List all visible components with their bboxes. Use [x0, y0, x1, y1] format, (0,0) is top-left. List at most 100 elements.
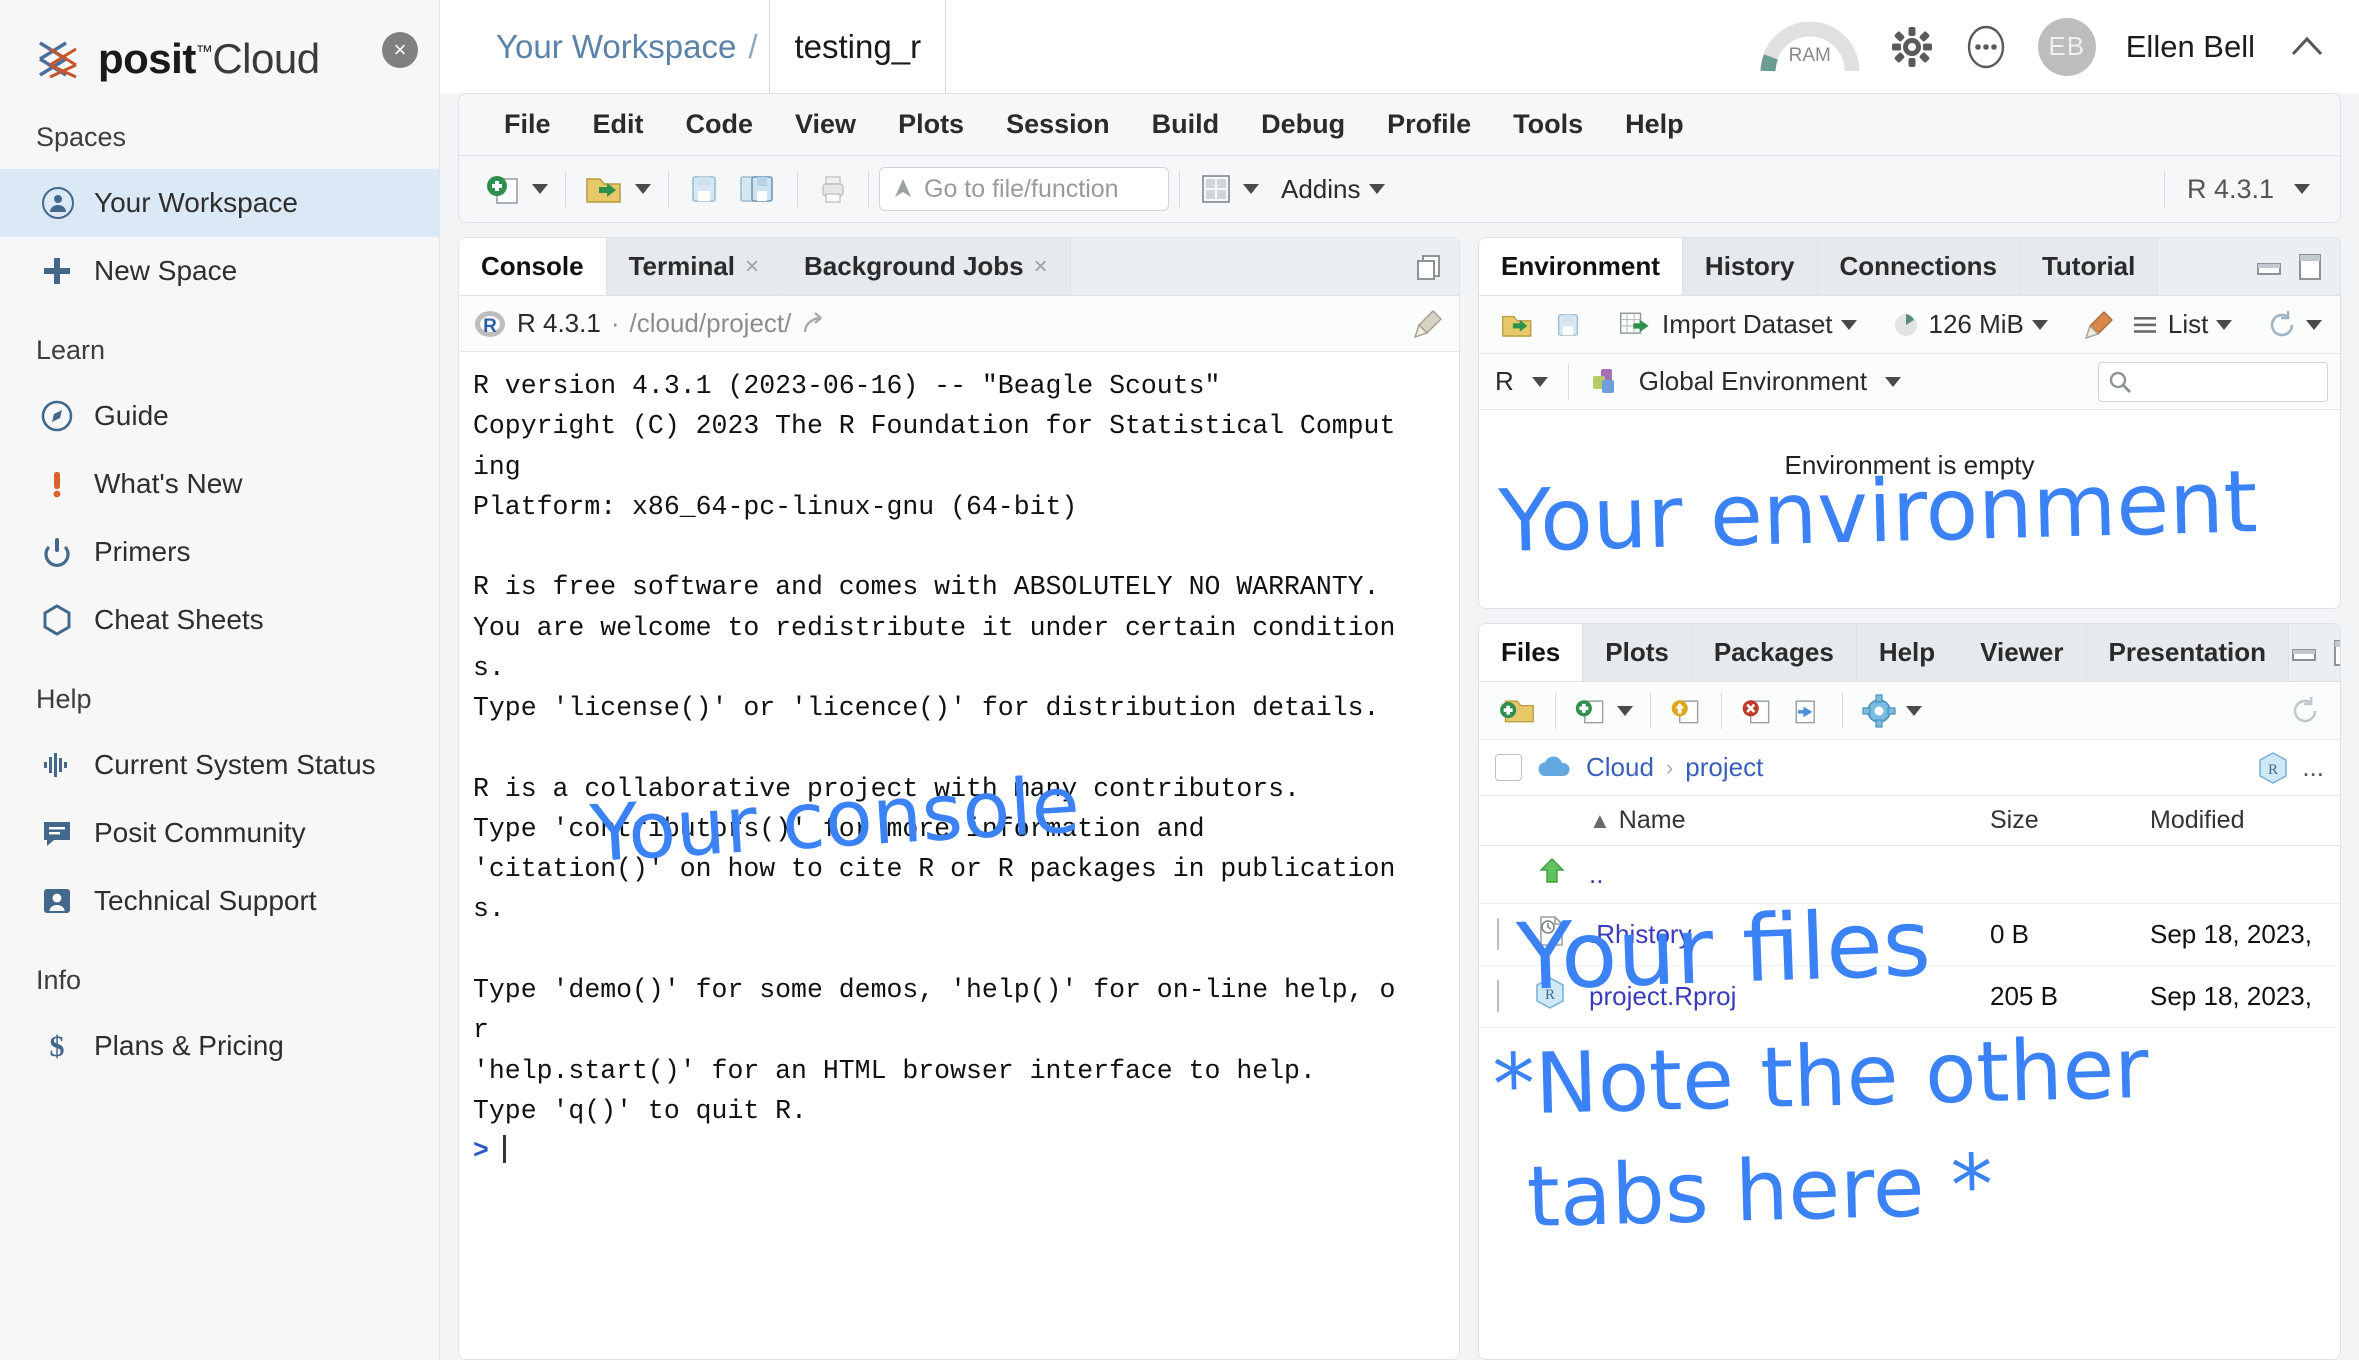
save-button[interactable]: [679, 163, 729, 215]
menu-debug[interactable]: Debug: [1240, 109, 1366, 140]
table-row[interactable]: ..: [1479, 845, 2340, 904]
new-folder-button[interactable]: [1491, 685, 1545, 737]
goto-file-function-input[interactable]: Go to file/function: [879, 167, 1169, 211]
open-file-button[interactable]: [576, 163, 658, 215]
close-icon[interactable]: ×: [745, 253, 759, 281]
menu-profile[interactable]: Profile: [1366, 109, 1492, 140]
console-r-version: R 4.3.1: [517, 308, 601, 338]
avatar[interactable]: EB: [2037, 17, 2096, 76]
menu-tools[interactable]: Tools: [1492, 109, 1604, 140]
addins-button[interactable]: Addins: [1266, 163, 1392, 215]
project-name[interactable]: testing_r: [769, 0, 947, 93]
load-workspace-button[interactable]: [1491, 299, 1545, 351]
menu-build[interactable]: Build: [1131, 109, 1241, 140]
chevron-down-icon: [2306, 319, 2323, 330]
rename-button[interactable]: [1782, 685, 1832, 737]
file-name-link[interactable]: ..: [1589, 859, 1603, 889]
tab-connections[interactable]: Connections: [1817, 238, 2020, 295]
open-in-new-icon[interactable]: [801, 310, 829, 338]
sidebar-item-plans-pricing[interactable]: $ Plans & Pricing: [0, 1012, 439, 1080]
sidebar-item-whats-new[interactable]: What's New: [0, 450, 439, 518]
save-workspace-button[interactable]: [1545, 299, 1591, 351]
files-more-icon[interactable]: ...: [2302, 752, 2324, 783]
menu-file[interactable]: File: [483, 109, 572, 140]
sidebar-item-technical-support[interactable]: Technical Support: [0, 867, 439, 935]
col-size[interactable]: Size: [1990, 796, 2150, 846]
environment-pane-controls: [2254, 238, 2340, 295]
chevron-down-icon: [1368, 184, 1385, 194]
minimize-pane-icon[interactable]: [2254, 254, 2284, 280]
sidebar-item-guide[interactable]: Guide: [0, 382, 439, 450]
save-all-button[interactable]: [729, 163, 787, 215]
col-name[interactable]: ▲ Name: [1589, 796, 1990, 846]
menu-code[interactable]: Code: [665, 109, 775, 140]
tab-background-jobs[interactable]: Background Jobs ×: [782, 238, 1071, 295]
chevron-down-icon: [1906, 705, 1922, 716]
clear-objects-button[interactable]: [2075, 299, 2123, 351]
breadcrumb-project[interactable]: project: [1685, 752, 1763, 783]
table-row[interactable]: R project.Rproj 205 B Sep 18, 2023,: [1479, 965, 2340, 1028]
tab-terminal[interactable]: Terminal ×: [606, 238, 783, 295]
workspace-link[interactable]: Your Workspace: [496, 28, 736, 66]
tab-plots[interactable]: Plots: [1583, 624, 1692, 681]
maximize-pane-icon[interactable]: [2296, 252, 2324, 282]
select-all-checkbox[interactable]: [1495, 754, 1522, 781]
refresh-files-button[interactable]: [2282, 685, 2328, 737]
sidebar-item-your-workspace[interactable]: Your Workspace: [0, 169, 439, 237]
clear-console-icon[interactable]: [1411, 307, 1445, 341]
close-icon[interactable]: ×: [382, 32, 418, 68]
file-name-link[interactable]: .Rhistory: [1589, 919, 1692, 949]
environment-search-input[interactable]: [2098, 361, 2328, 402]
menu-plots[interactable]: Plots: [877, 109, 985, 140]
table-row[interactable]: .Rhistory 0 B Sep 18, 2023,: [1479, 903, 2340, 966]
workspace-panes-button[interactable]: [1190, 163, 1266, 215]
files-tabstrip: Files Plots Packages Help Viewer Present…: [1479, 624, 2340, 682]
close-icon[interactable]: ×: [1034, 253, 1048, 281]
maximize-pane-icon[interactable]: [1415, 252, 1443, 282]
tab-history[interactable]: History: [1682, 238, 1818, 295]
chevron-up-icon[interactable]: [2285, 30, 2329, 64]
delete-button[interactable]: [1732, 685, 1782, 737]
upload-button[interactable]: [1661, 685, 1711, 737]
ram-gauge[interactable]: RAM: [1760, 19, 1860, 75]
new-file-button[interactable]: [477, 163, 555, 215]
tab-packages[interactable]: Packages: [1691, 624, 1857, 681]
r-version-selector[interactable]: R 4.3.1: [2154, 171, 2322, 207]
console-working-directory[interactable]: /cloud/project/: [630, 308, 792, 339]
tab-files[interactable]: Files: [1479, 624, 1584, 681]
sidebar-item-current-system-status[interactable]: Current System Status: [0, 731, 439, 799]
minimize-pane-icon[interactable]: [2289, 640, 2319, 666]
tab-presentation[interactable]: Presentation: [2086, 624, 2290, 681]
maximize-pane-icon[interactable]: [2331, 638, 2341, 668]
tab-help[interactable]: Help: [1856, 624, 1959, 681]
tab-viewer[interactable]: Viewer: [1958, 624, 2087, 681]
tab-tutorial[interactable]: Tutorial: [2019, 238, 2159, 295]
sidebar-item-label: Technical Support: [94, 885, 317, 916]
tab-environment[interactable]: Environment: [1479, 238, 1683, 295]
menu-help[interactable]: Help: [1604, 109, 1705, 140]
gear-icon[interactable]: [1890, 25, 1934, 69]
console-output-area[interactable]: R version 4.3.1 (2023-06-16) -- "Beagle …: [459, 352, 1459, 1359]
breadcrumb-cloud[interactable]: Cloud: [1586, 752, 1654, 783]
row-checkbox[interactable]: [1497, 980, 1499, 1012]
menu-edit[interactable]: Edit: [572, 109, 665, 140]
new-blank-file-button[interactable]: [1566, 685, 1640, 737]
refresh-environment-button[interactable]: [2259, 299, 2329, 351]
sidebar-item-posit-community[interactable]: Posit Community: [0, 799, 439, 867]
sidebar-item-new-space[interactable]: New Space: [0, 237, 439, 305]
file-name-link[interactable]: project.Rproj: [1589, 981, 1736, 1011]
col-modified[interactable]: Modified: [2150, 796, 2340, 846]
more-options-icon[interactable]: [1964, 25, 2008, 69]
row-checkbox[interactable]: [1497, 918, 1499, 950]
tab-console[interactable]: Console: [459, 238, 607, 295]
menu-session[interactable]: Session: [985, 109, 1131, 140]
sidebar-item-primers[interactable]: Primers: [0, 518, 439, 586]
import-dataset-button[interactable]: Import Dataset: [1611, 299, 1864, 351]
user-name[interactable]: Ellen Bell: [2126, 29, 2255, 65]
memory-usage-button[interactable]: 126 MiB: [1884, 299, 2055, 351]
print-button[interactable]: [808, 163, 858, 215]
sidebar-item-cheat-sheets[interactable]: Cheat Sheets: [0, 586, 439, 654]
more-settings-button[interactable]: [1853, 685, 1929, 737]
menu-view[interactable]: View: [774, 109, 877, 140]
view-mode-button[interactable]: List: [2123, 299, 2239, 351]
